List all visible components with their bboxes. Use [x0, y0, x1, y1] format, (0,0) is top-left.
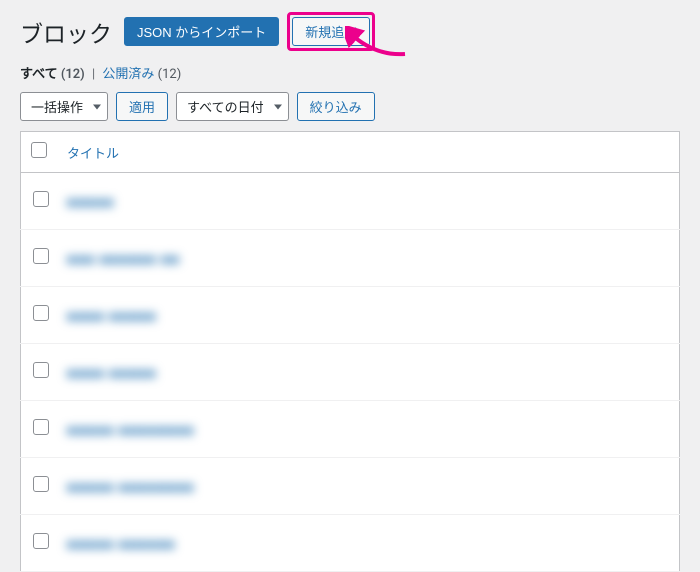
row-title[interactable]: ■■■■■ — [67, 194, 114, 211]
filter-button[interactable]: 絞り込み — [297, 92, 375, 121]
status-filter-links: すべて (12) | 公開済み (12) — [0, 61, 700, 92]
page-title: ブロック — [20, 15, 112, 49]
table-row: ■■■■ ■■■■■ — [21, 287, 680, 344]
row-title[interactable]: ■■■ ■■■■■■ ■■ — [67, 251, 180, 268]
json-import-button[interactable]: JSON からインポート — [124, 17, 279, 46]
row-checkbox[interactable] — [33, 362, 49, 378]
row-checkbox[interactable] — [33, 248, 49, 264]
table-row: ■■■■■ ■■■■■■ — [21, 515, 680, 572]
add-new-button[interactable]: 新規追加 — [292, 17, 370, 46]
row-title[interactable]: ■■■■■ ■■■■■■■■ — [67, 422, 194, 439]
bulk-action-select[interactable]: 一括操作 — [20, 92, 108, 121]
highlight-annotation: 新規追加 — [287, 12, 375, 51]
filter-published[interactable]: 公開済み (12) — [102, 67, 181, 82]
table-row: ■■■■■ — [21, 173, 680, 230]
table-row: ■■■ ■■■■■■ ■■ — [21, 230, 680, 287]
chevron-down-icon — [274, 104, 282, 109]
filter-all[interactable]: すべて (12) — [20, 67, 88, 82]
select-all-checkbox[interactable] — [31, 142, 47, 158]
table-row: ■■■■ ■■■■■ — [21, 344, 680, 401]
row-title[interactable]: ■■■■■ ■■■■■■■■ — [67, 479, 194, 496]
row-title[interactable]: ■■■■ ■■■■■ — [67, 365, 157, 382]
row-title[interactable]: ■■■■ ■■■■■ — [67, 308, 157, 325]
table-row: ■■■■■ ■■■■■■■■ — [21, 458, 680, 515]
chevron-down-icon — [93, 104, 101, 109]
table-row: ■■■■■ ■■■■■■■■ — [21, 401, 680, 458]
row-checkbox[interactable] — [33, 476, 49, 492]
row-checkbox[interactable] — [33, 419, 49, 435]
apply-button[interactable]: 適用 — [116, 92, 168, 121]
date-filter-select[interactable]: すべての日付 — [176, 92, 289, 121]
row-checkbox[interactable] — [33, 305, 49, 321]
block-list-table: タイトル ■■■■■ ■■■ ■■■■■■ ■■ ■■■■ ■■■■■ ■■■■ ■■… — [20, 131, 680, 572]
row-checkbox[interactable] — [33, 533, 49, 549]
row-title[interactable]: ■■■■■ ■■■■■■ — [67, 536, 176, 553]
row-checkbox[interactable] — [33, 191, 49, 207]
title-column-header[interactable]: タイトル — [67, 147, 119, 162]
